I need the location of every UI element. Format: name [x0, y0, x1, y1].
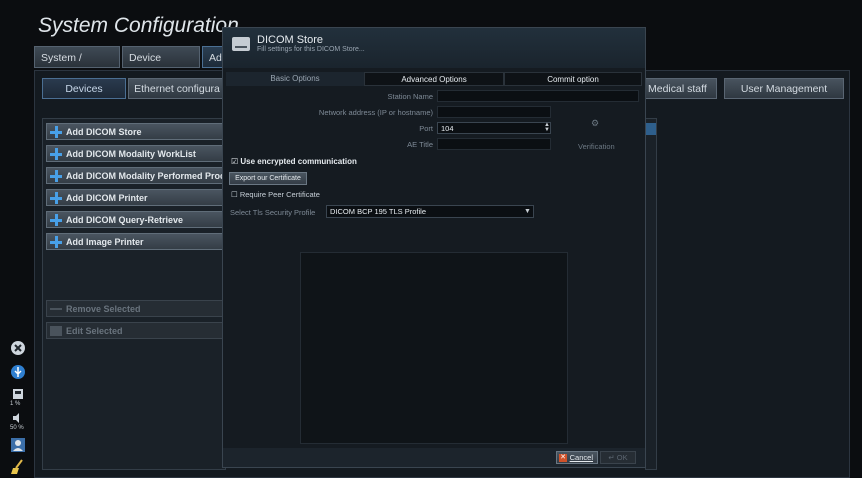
tab-system-display[interactable]: System / Display: [34, 46, 120, 86]
plus-icon: [50, 214, 62, 226]
dialog-subtitle: Fill settings for this DICOM Store...: [257, 46, 365, 53]
button-label: Add Image Printer: [66, 237, 144, 247]
plus-icon: [50, 236, 62, 248]
verification-button[interactable]: Verification: [578, 142, 615, 151]
sub-tab-devices[interactable]: Devices: [42, 78, 126, 99]
ok-label: OK: [616, 453, 628, 462]
tls-profile-label: Select Tls Security Profile: [230, 208, 316, 217]
dialog-title: DICOM Store: [257, 34, 324, 46]
ok-button[interactable]: ↵ OK: [600, 451, 636, 464]
add-dicom-store-button[interactable]: Add DICOM Store: [46, 123, 226, 140]
button-label: Add DICOM Printer: [66, 193, 148, 203]
sub-tab-medical-staff[interactable]: Medical staff: [645, 78, 717, 99]
use-encrypted-checkbox[interactable]: ☑ Use encrypted communication: [231, 157, 357, 166]
sub-tab-ethernet-configuration[interactable]: Ethernet configura: [128, 78, 226, 99]
chevron-down-icon[interactable]: ▼: [524, 208, 531, 215]
button-label: Add DICOM Modality WorkList: [66, 149, 196, 159]
ae-title-field[interactable]: [437, 138, 551, 150]
require-peer-label: Require Peer Certificate: [239, 190, 320, 199]
device-list-scroll[interactable]: [645, 118, 657, 470]
export-certificate-button[interactable]: Export our Certificate: [229, 172, 307, 185]
status-percent-1: 1 %: [10, 401, 21, 407]
cancel-x-icon: ✕: [559, 454, 567, 462]
station-name-field[interactable]: [437, 90, 639, 102]
cancel-label: Cancel: [569, 453, 593, 462]
add-dicom-printer-button[interactable]: Add DICOM Printer: [46, 189, 226, 206]
button-label: Add DICOM Store: [66, 127, 142, 137]
require-peer-checkbox[interactable]: ☐ Require Peer Certificate: [231, 190, 320, 199]
checkbox-mark: ☑: [231, 157, 239, 166]
button-label: Add DICOM Modality Performed Procedu: [66, 171, 226, 181]
network-address-field[interactable]: [437, 106, 551, 118]
use-encrypted-label: Use encrypted communication: [240, 157, 357, 166]
network-address-label: Network address (IP or hostname): [318, 108, 433, 117]
button-label: Edit Selected: [66, 326, 123, 336]
printer-icon: [13, 389, 23, 399]
tab-commit-option[interactable]: Commit option: [504, 72, 642, 86]
plus-icon: [50, 148, 62, 160]
tab-basic-options[interactable]: Basic Options: [226, 72, 364, 86]
edit-icon: [50, 326, 62, 336]
ae-title-label: AE Title: [407, 140, 433, 149]
station-name-label: Station Name: [387, 92, 433, 101]
remove-selected-button[interactable]: Remove Selected: [46, 300, 226, 317]
add-dicom-modality-worklist-button[interactable]: Add DICOM Modality WorkList: [46, 145, 226, 162]
close-circle-icon[interactable]: [10, 340, 26, 356]
port-label: Port: [419, 124, 433, 133]
edit-selected-button[interactable]: Edit Selected: [46, 322, 226, 339]
page-title: System Configuration: [38, 14, 239, 37]
port-spinner-icon[interactable]: ▲ ▼: [544, 122, 550, 133]
port-field[interactable]: 104: [437, 122, 551, 134]
cancel-button[interactable]: ✕ Cancel: [556, 451, 598, 464]
usb-icon[interactable]: [10, 364, 26, 380]
status-percent-2: 50 %: [10, 425, 24, 431]
minus-icon: [50, 308, 62, 310]
button-label: Add DICOM Query-Retrieve: [66, 215, 184, 225]
verification-icon[interactable]: ⚙: [591, 118, 599, 129]
certificate-info-area: [300, 252, 568, 444]
user-icon[interactable]: [10, 437, 26, 453]
sub-tab-user-management[interactable]: User Management: [724, 78, 844, 99]
tab-device-settings[interactable]: Device Settings: [122, 46, 200, 86]
enter-icon: ↵: [608, 453, 615, 462]
plus-icon: [50, 126, 62, 138]
add-image-printer-button[interactable]: Add Image Printer: [46, 233, 226, 250]
broom-icon[interactable]: [10, 459, 26, 475]
tls-profile-select[interactable]: DICOM BCP 195 TLS Profile: [326, 205, 534, 218]
button-label: Remove Selected: [66, 304, 141, 314]
tab-advanced-options[interactable]: Advanced Options: [364, 72, 504, 86]
speaker-icon: [13, 413, 19, 423]
checkbox-mark: ☐: [231, 190, 238, 199]
add-dicom-query-retrieve-button[interactable]: Add DICOM Query-Retrieve: [46, 211, 226, 228]
plus-icon: [50, 192, 62, 204]
add-dicom-mpps-button[interactable]: Add DICOM Modality Performed Procedu: [46, 167, 226, 184]
device-list-selection[interactable]: [646, 123, 656, 135]
plus-icon: [50, 170, 62, 182]
storage-drive-icon: [232, 37, 250, 51]
